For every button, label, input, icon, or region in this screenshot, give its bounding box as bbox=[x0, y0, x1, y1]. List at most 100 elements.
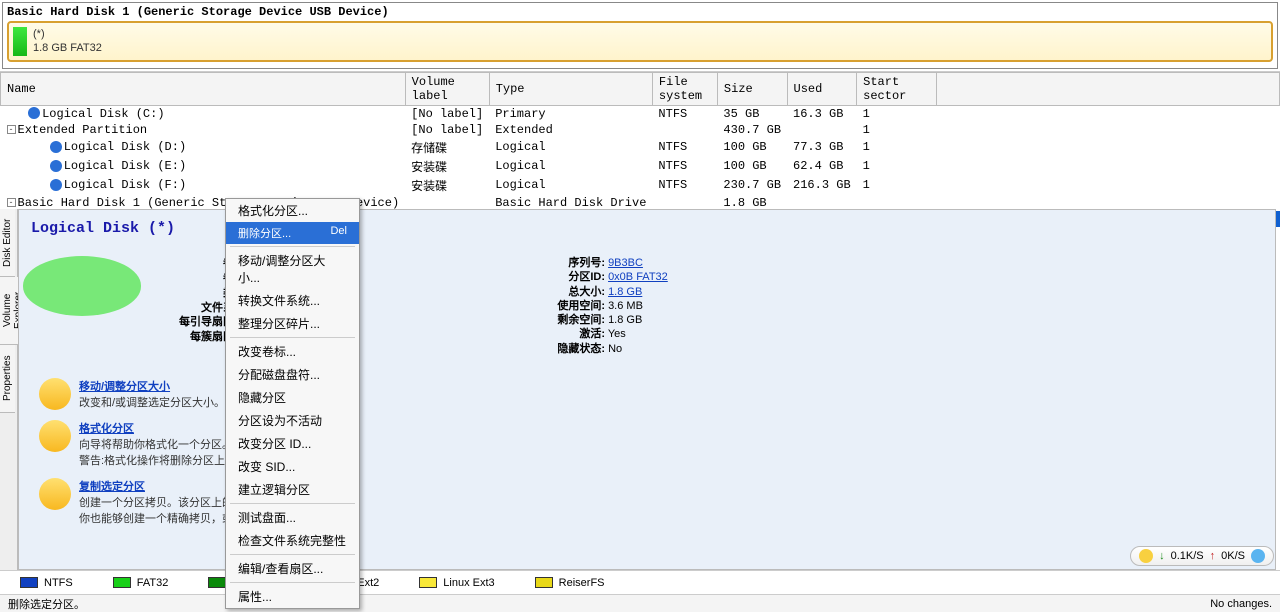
network-status-strip[interactable]: ↓0.1K/S ↑0K/S bbox=[1130, 546, 1274, 566]
partition-color-swatch bbox=[13, 27, 27, 56]
action-item[interactable]: 格式化分区向导将帮助你格式化一个分区。警告:格式化操作将删除分区上的所 bbox=[39, 420, 255, 468]
menu-item[interactable]: 编辑/查看扇区... bbox=[226, 557, 359, 580]
partition-bar-text: (*) 1.8 GB FAT32 bbox=[33, 27, 102, 56]
action-item[interactable]: 复制选定分区创建一个分区拷贝。该分区上的所有你也能够创建一个精确拷贝，或者仅 bbox=[39, 478, 255, 526]
col-header[interactable]: Volume label bbox=[405, 72, 489, 105]
tree-toggle-icon[interactable]: - bbox=[7, 125, 16, 134]
legend-item: ReiserFS bbox=[535, 577, 605, 589]
menu-separator bbox=[230, 337, 355, 338]
action-link[interactable]: 复制选定分区 bbox=[79, 481, 145, 493]
legend-label: FAT32 bbox=[137, 577, 169, 589]
table-row[interactable]: Logical Disk (D:)存储碟LogicalNTFS100 GB77.… bbox=[1, 138, 1280, 157]
detail-title: Logical Disk (*) bbox=[31, 220, 1263, 237]
table-row[interactable]: Logical Disk (E:)安装碟LogicalNTFS100 GB62.… bbox=[1, 157, 1280, 176]
download-speed: 0.1K/S bbox=[1171, 550, 1204, 562]
detail-right-values: 序列号: 9B3BC 分区ID: 0x0B FAT32 总大小: 1.8 GB … bbox=[549, 256, 668, 356]
disk-icon bbox=[28, 107, 40, 119]
pie-chart bbox=[23, 256, 141, 316]
action-item[interactable]: 移动/调整分区大小改变和/或调整选定分区大小。 bbox=[39, 378, 255, 410]
partition-bar-label: (*) bbox=[33, 27, 102, 41]
legend-swatch bbox=[208, 577, 226, 588]
disk-icon bbox=[50, 141, 62, 153]
total-label: 总大小: bbox=[549, 285, 605, 299]
col-header[interactable]: Name bbox=[1, 72, 406, 105]
action-desc: 向导将帮助你格式化一个分区。警告:格式化操作将删除分区上的所 bbox=[79, 436, 247, 468]
legend-label: ReiserFS bbox=[559, 577, 605, 589]
partition-bar-info: 1.8 GB FAT32 bbox=[33, 41, 102, 55]
menu-item[interactable]: 删除分区...Del bbox=[226, 222, 359, 244]
disk-icon bbox=[50, 160, 62, 172]
status-icon bbox=[1139, 549, 1153, 563]
hidden-value: No bbox=[608, 343, 622, 355]
legend-label: Linux Ext3 bbox=[443, 577, 494, 589]
menu-item[interactable]: 移动/调整分区大小... bbox=[226, 249, 359, 289]
menu-item[interactable]: 转换文件系统... bbox=[226, 289, 359, 312]
legend-item: FAT32 bbox=[113, 577, 169, 589]
action-link[interactable]: 移动/调整分区大小 bbox=[79, 381, 170, 393]
serial-label: 序列号: bbox=[549, 256, 605, 270]
menu-item[interactable]: 隐藏分区 bbox=[226, 386, 359, 409]
menu-item[interactable]: 改变 SID... bbox=[226, 455, 359, 478]
menu-item[interactable]: 建立逻辑分区 bbox=[226, 478, 359, 501]
serial-value[interactable]: 9B3BC bbox=[608, 257, 643, 269]
free-value: 1.8 GB bbox=[608, 314, 642, 326]
free-label: 剩余空间: bbox=[549, 313, 605, 327]
disk-usage-bar[interactable]: (*) 1.8 GB FAT32 bbox=[7, 21, 1273, 62]
side-tab[interactable]: Properties bbox=[0, 345, 15, 413]
side-tabs: Disk EditorVolume ExplorerProperties bbox=[0, 209, 18, 570]
active-label: 激活: bbox=[549, 327, 605, 341]
menu-item[interactable]: 分配磁盘盘符... bbox=[226, 363, 359, 386]
browser-icon bbox=[1251, 549, 1265, 563]
menu-item[interactable]: 测试盘面... bbox=[226, 506, 359, 529]
menu-item[interactable]: 整理分区碎片... bbox=[226, 312, 359, 335]
action-icon bbox=[39, 420, 71, 452]
action-list: 移动/调整分区大小改变和/或调整选定分区大小。格式化分区向导将帮助你格式化一个分… bbox=[39, 378, 255, 536]
status-left: 删除选定分区。 bbox=[8, 596, 85, 612]
col-header[interactable]: Start sector bbox=[857, 72, 937, 105]
total-value[interactable]: 1.8 GB bbox=[608, 286, 642, 298]
tree-toggle-icon[interactable]: - bbox=[7, 198, 16, 207]
col-header[interactable]: Type bbox=[489, 72, 652, 105]
menu-item[interactable]: 分区设为不活动 bbox=[226, 409, 359, 432]
legend-swatch bbox=[535, 577, 553, 588]
table-row[interactable]: -Extended Partition[No label]Extended430… bbox=[1, 122, 1280, 138]
disk-summary-title: Basic Hard Disk 1 (Generic Storage Devic… bbox=[7, 5, 1273, 19]
action-icon bbox=[39, 378, 71, 410]
legend-swatch bbox=[419, 577, 437, 588]
action-icon bbox=[39, 478, 71, 510]
pid-label: 分区ID: bbox=[549, 270, 605, 284]
status-right: No changes. bbox=[1210, 598, 1272, 610]
pid-value[interactable]: 0x0B FAT32 bbox=[608, 271, 668, 283]
legend-item: NTFS bbox=[20, 577, 73, 589]
table-row[interactable]: Logical Disk (F:)安装碟LogicalNTFS230.7 GB2… bbox=[1, 176, 1280, 195]
menu-separator bbox=[230, 554, 355, 555]
col-header[interactable]: Size bbox=[717, 72, 787, 105]
legend-item: Linux Ext3 bbox=[419, 577, 494, 589]
filesystem-legend: NTFSFAT32FAT16Linux Ext2Linux Ext3Reiser… bbox=[0, 570, 1280, 594]
context-menu[interactable]: 格式化分区...删除分区...Del 移动/调整分区大小...转换文件系统...整… bbox=[225, 198, 360, 609]
used-value: 3.6 MB bbox=[608, 300, 643, 312]
menu-item[interactable]: 改变分区 ID... bbox=[226, 432, 359, 455]
partition-table[interactable]: NameVolume labelTypeFile systemSizeUsedS… bbox=[0, 72, 1280, 227]
col-header[interactable]: Used bbox=[787, 72, 857, 105]
menu-item[interactable]: 改变卷标... bbox=[226, 340, 359, 363]
partition-table-wrap: NameVolume labelTypeFile systemSizeUsedS… bbox=[0, 71, 1280, 227]
legend-swatch bbox=[113, 577, 131, 588]
menu-item[interactable]: 属性... bbox=[226, 585, 359, 608]
side-tab[interactable]: Disk Editor bbox=[0, 209, 15, 277]
menu-separator bbox=[230, 582, 355, 583]
hidden-label: 隐藏状态: bbox=[549, 342, 605, 356]
table-row[interactable]: Logical Disk (C:)[No label]PrimaryNTFS35… bbox=[1, 105, 1280, 122]
disk-summary-panel: Basic Hard Disk 1 (Generic Storage Devic… bbox=[2, 2, 1278, 69]
action-link[interactable]: 格式化分区 bbox=[79, 423, 134, 435]
used-label: 使用空间: bbox=[549, 299, 605, 313]
menu-separator bbox=[230, 503, 355, 504]
menu-item[interactable]: 检查文件系统完整性 bbox=[226, 529, 359, 552]
col-header[interactable]: File system bbox=[652, 72, 717, 105]
menu-item[interactable]: 格式化分区... bbox=[226, 199, 359, 222]
legend-swatch bbox=[20, 577, 38, 588]
upload-speed: 0K/S bbox=[1221, 550, 1245, 562]
action-desc: 改变和/或调整选定分区大小。 bbox=[79, 394, 225, 410]
active-value: Yes bbox=[608, 328, 626, 340]
disk-icon bbox=[50, 179, 62, 191]
